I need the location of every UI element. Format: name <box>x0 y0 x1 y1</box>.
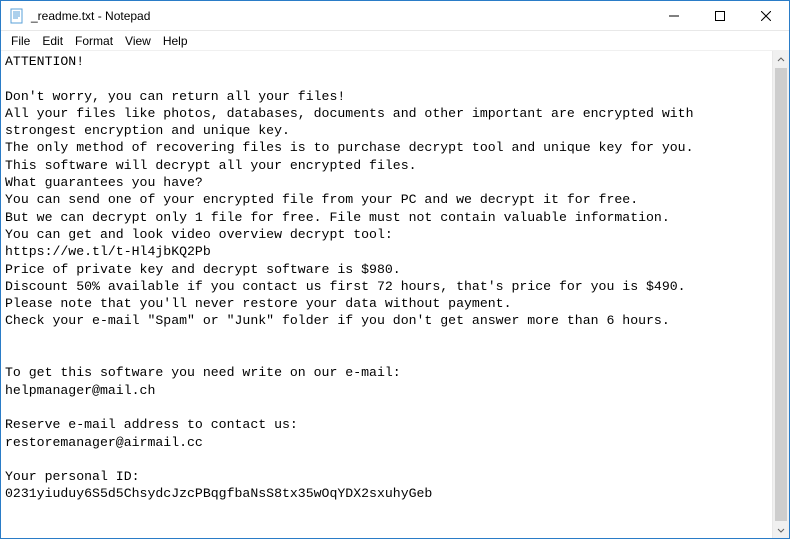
window-controls <box>651 1 789 30</box>
minimize-button[interactable] <box>651 1 697 30</box>
menu-edit[interactable]: Edit <box>36 33 69 49</box>
menubar: File Edit Format View Help <box>1 31 789 51</box>
maximize-icon <box>715 11 725 21</box>
notepad-icon <box>9 8 25 24</box>
menu-view[interactable]: View <box>119 33 157 49</box>
close-button[interactable] <box>743 1 789 30</box>
vertical-scrollbar[interactable] <box>772 51 789 538</box>
minimize-icon <box>669 11 679 21</box>
scroll-thumb[interactable] <box>775 68 787 521</box>
notepad-window: _readme.txt - Notepad File Edit Format V… <box>0 0 790 539</box>
chevron-up-icon <box>777 56 785 64</box>
menu-format[interactable]: Format <box>69 33 119 49</box>
scroll-up-button[interactable] <box>773 51 789 68</box>
maximize-button[interactable] <box>697 1 743 30</box>
menu-help[interactable]: Help <box>157 33 194 49</box>
menu-file[interactable]: File <box>5 33 36 49</box>
close-icon <box>761 11 771 21</box>
content-area: ATTENTION! Don't worry, you can return a… <box>1 51 789 538</box>
scroll-down-button[interactable] <box>773 521 789 538</box>
document-text[interactable]: ATTENTION! Don't worry, you can return a… <box>1 51 772 538</box>
window-title: _readme.txt - Notepad <box>31 9 651 23</box>
scroll-track[interactable] <box>773 68 789 521</box>
titlebar: _readme.txt - Notepad <box>1 1 789 31</box>
chevron-down-icon <box>777 526 785 534</box>
